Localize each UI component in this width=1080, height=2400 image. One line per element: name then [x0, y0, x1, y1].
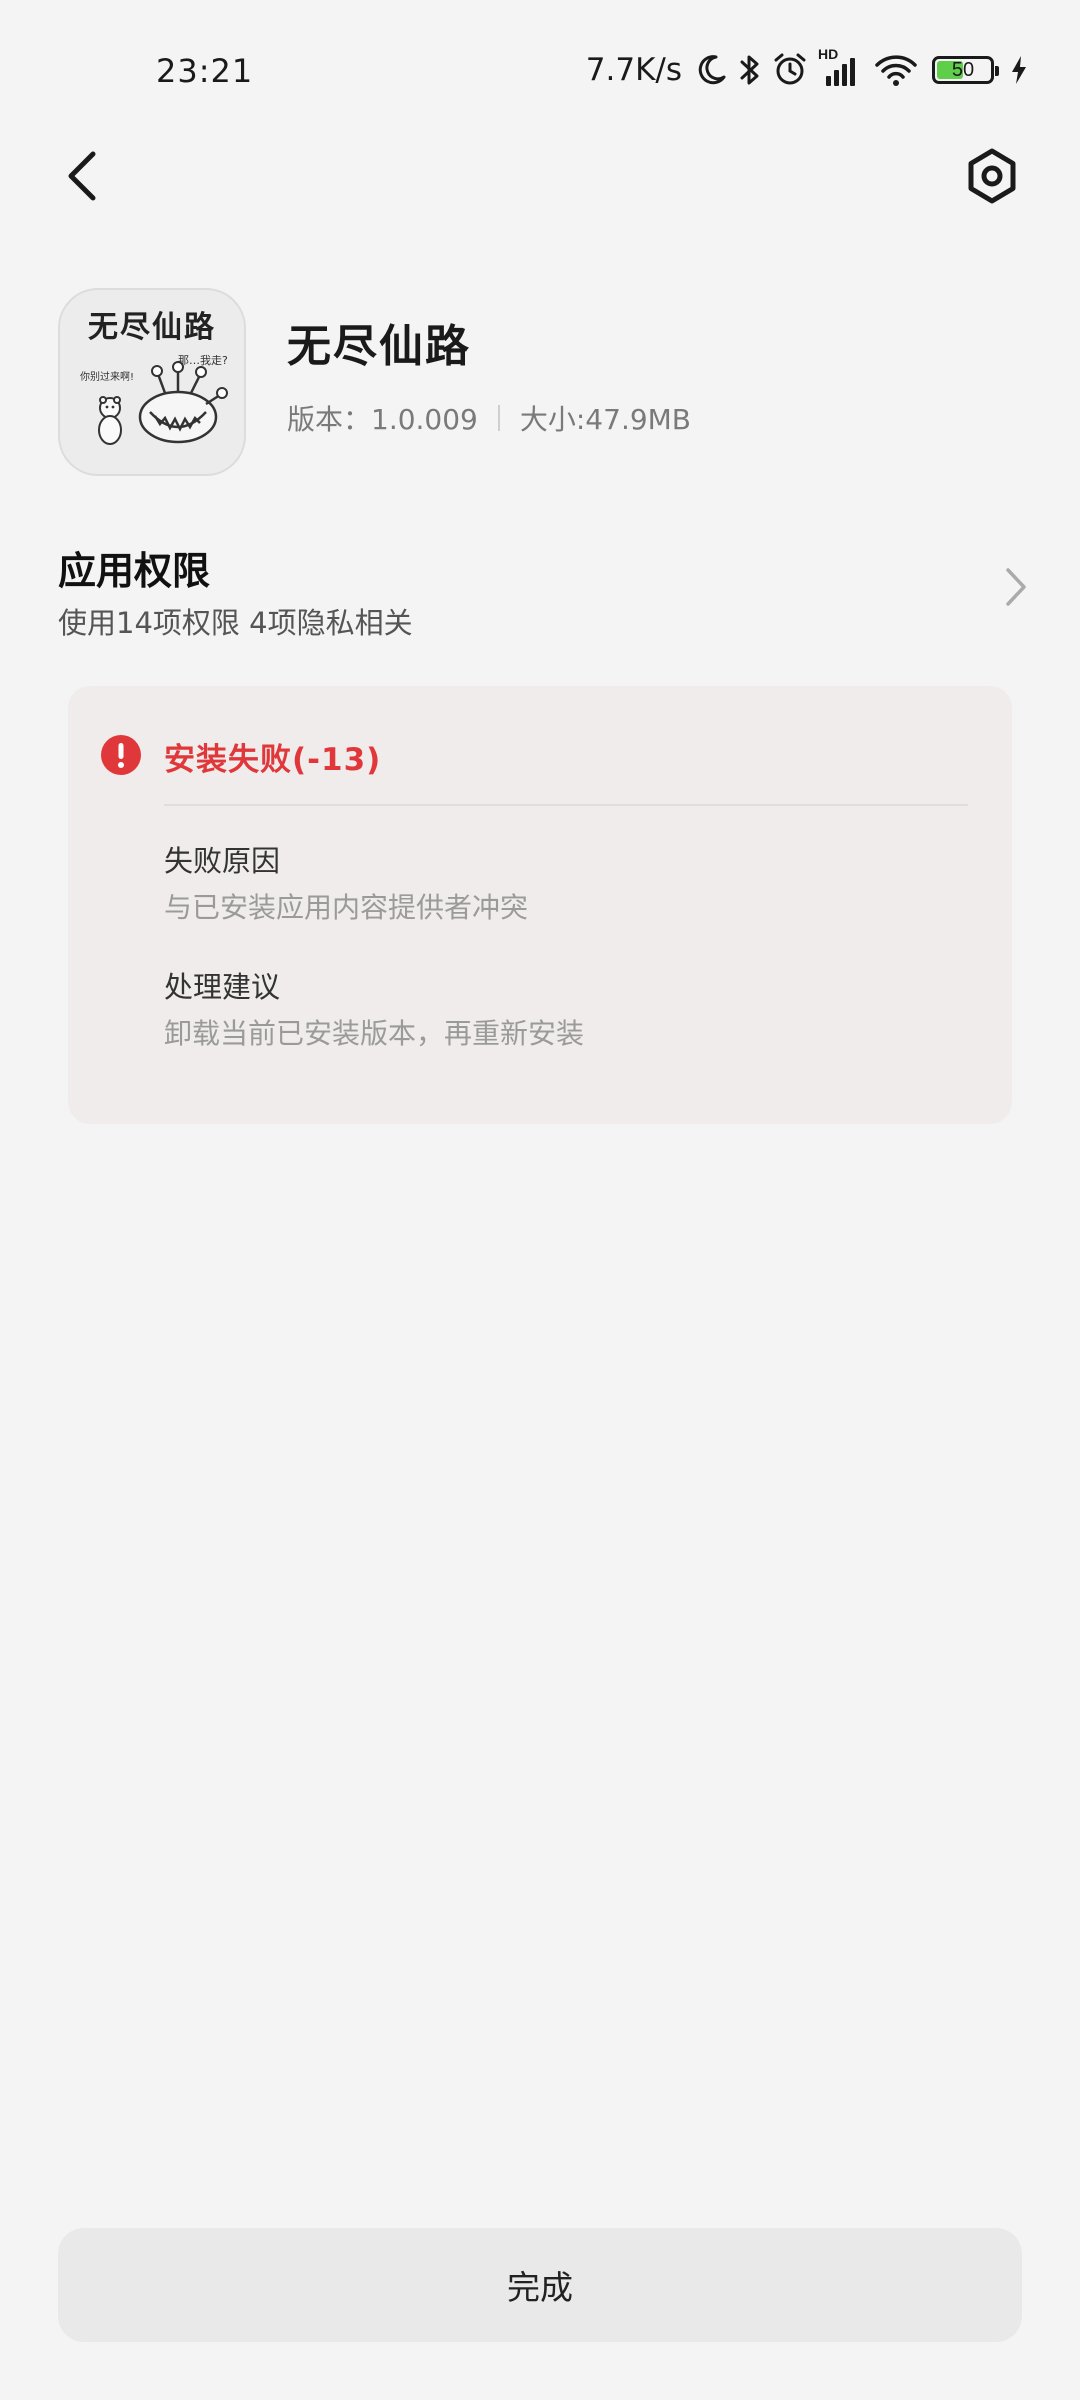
battery-level: 50 — [951, 58, 975, 81]
charging-icon — [1010, 55, 1028, 85]
battery-icon: 50 — [932, 56, 999, 84]
suggestion-label: 处理建议 — [164, 970, 281, 1004]
suggestion-text: 卸载当前已安装版本，再重新安装 — [164, 1017, 585, 1050]
status-time: 23:21 — [156, 52, 254, 90]
settings-hexagon-icon — [968, 148, 1016, 204]
app-version: 版本：1.0.009 — [287, 403, 478, 436]
signal-hd-label: HD — [818, 46, 839, 62]
failure-reason-label: 失败原因 — [164, 844, 281, 878]
app-icon: 无尽仙路 那…我走? 你别过来啊! — [58, 288, 246, 476]
status-icons: 7.7K/s HD 50 — [585, 46, 1028, 92]
wifi-icon — [874, 53, 918, 87]
permissions-title: 应用权限 — [58, 549, 211, 593]
status-bar: 23:21 7.7K/s HD 50 — [0, 0, 1080, 140]
alarm-icon — [772, 52, 808, 88]
app-meta: 版本：1.0.009 大小:47.9MB — [287, 398, 691, 438]
permissions-row[interactable]: 应用权限 使用14项权限 4项隐私相关 — [58, 540, 1028, 650]
back-button[interactable] — [50, 140, 114, 212]
bluetooth-icon — [738, 52, 762, 88]
error-alert-icon — [101, 735, 141, 775]
app-name: 无尽仙路 — [287, 321, 471, 372]
battery-tip — [995, 66, 999, 76]
chevron-left-icon — [68, 151, 96, 201]
error-divider — [164, 804, 968, 806]
install-error-card: 安装失败(-13) 失败原因 与已安装应用内容提供者冲突 处理建议 卸载当前已安… — [68, 686, 1012, 1124]
signal-icon: HD — [818, 46, 864, 88]
app-icon-illustration — [98, 361, 228, 445]
network-speed: 7.7K/s — [585, 52, 682, 88]
done-button[interactable]: 完成 — [58, 2228, 1022, 2342]
app-size: 大小:47.9MB — [519, 403, 692, 436]
settings-button[interactable] — [956, 140, 1028, 212]
chevron-right-icon — [1006, 568, 1026, 606]
permissions-subtitle: 使用14项权限 4项隐私相关 — [58, 606, 413, 640]
moon-icon — [694, 53, 728, 87]
error-title: 安装失败(-13) — [164, 742, 382, 778]
meta-divider — [497, 405, 500, 431]
failure-reason-text: 与已安装应用内容提供者冲突 — [164, 891, 529, 924]
